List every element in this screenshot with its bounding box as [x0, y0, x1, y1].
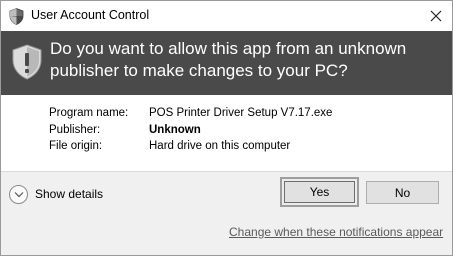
publisher-row: Publisher: Unknown — [49, 122, 332, 139]
yes-button[interactable]: Yes — [280, 177, 359, 207]
file-origin-label: File origin: — [49, 140, 103, 153]
dialog-footer: Show details Yes No Change when these no… — [1, 171, 452, 255]
uac-dialog: User Account Control Do you want to allo… — [0, 0, 453, 256]
file-origin-row: File origin: Hard drive on this computer — [49, 138, 332, 155]
program-name-row: Program name: POS Printer Driver Setup V… — [49, 105, 332, 122]
close-button[interactable] — [419, 1, 452, 31]
question-banner: Do you want to allow this app from an un… — [1, 31, 452, 95]
file-origin-value: Hard drive on this computer — [149, 140, 291, 153]
details-section: Program name: POS Printer Driver Setup V… — [49, 105, 332, 155]
show-details-toggle[interactable]: Show details — [9, 183, 103, 205]
no-button-label: No — [394, 185, 411, 200]
close-icon — [430, 10, 441, 22]
show-details-label: Show details — [35, 187, 104, 201]
yes-button-label: Yes — [309, 185, 330, 199]
uac-shield-icon — [9, 8, 24, 25]
banner-question: Do you want to allow this app from an un… — [50, 39, 407, 80]
warning-shield-icon — [12, 44, 42, 80]
publisher-value: Unknown — [149, 123, 201, 136]
chevron-down-icon — [9, 184, 28, 204]
program-name-value: POS Printer Driver Setup V7.17.exe — [149, 107, 333, 120]
program-name-label: Program name: — [49, 107, 129, 120]
title-bar: User Account Control — [1, 1, 452, 31]
no-button[interactable]: No — [366, 181, 439, 204]
change-notifications-link[interactable]: Change when these notifications appear — [229, 225, 443, 239]
publisher-label: Publisher: — [49, 123, 101, 136]
window-title: User Account Control — [31, 8, 150, 22]
